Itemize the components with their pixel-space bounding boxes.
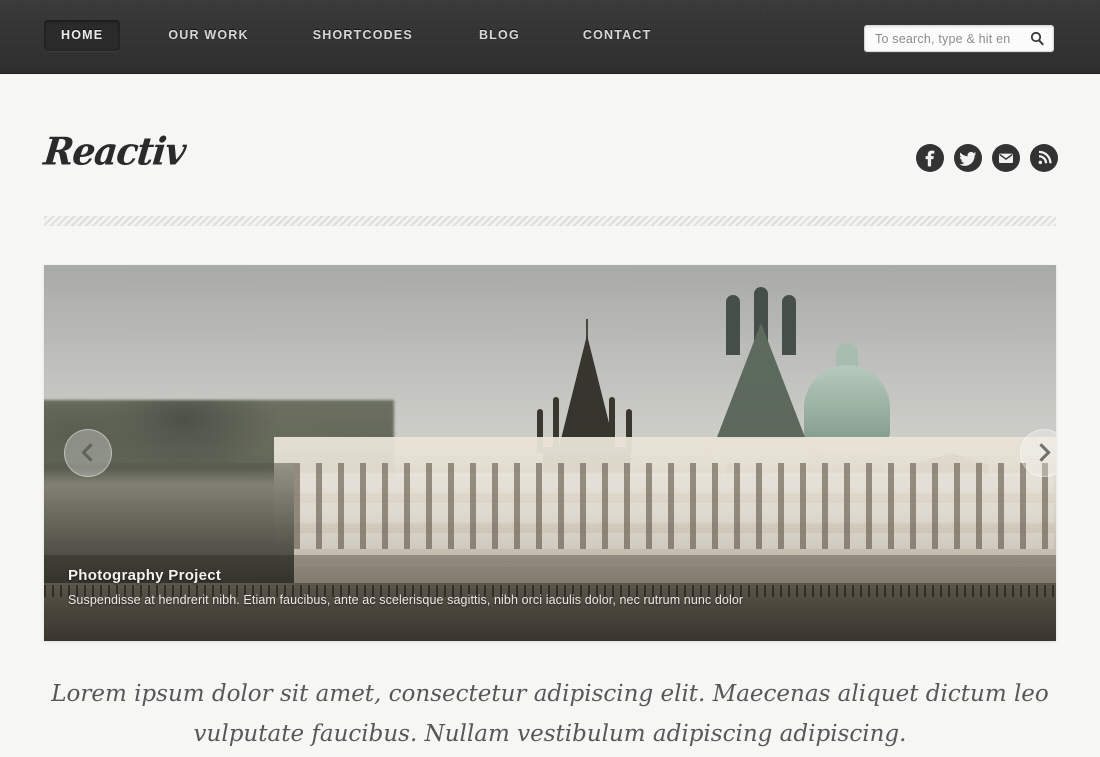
chevron-left-icon [81,443,100,462]
slider-prev-button[interactable] [64,429,112,477]
nav-item-home[interactable]: HOME [44,20,121,51]
nav-item-contact[interactable]: CONTACT [566,20,669,51]
main-navigation: HOME OUR WORK SHORTCODES BLOG CONTACT [44,20,668,51]
social-links [916,144,1058,172]
social-link-facebook[interactable] [916,144,944,172]
slide-caption-title: Photography Project [68,567,222,584]
site-logo[interactable]: Reactiv [42,130,188,175]
hero-slider[interactable]: Photography Project Suspendisse at hendr… [44,265,1056,641]
page-tagline: Lorem ipsum dolor sit amet, consectetur … [51,681,1049,747]
search-box[interactable] [864,25,1054,52]
nav-item-blog[interactable]: BLOG [462,20,537,51]
social-link-twitter[interactable] [954,144,982,172]
email-icon [992,144,1020,172]
chevron-right-icon [1032,443,1051,462]
facebook-icon [916,144,944,172]
search-icon[interactable] [1030,31,1044,46]
slide-caption: Photography Project Suspendisse at hendr… [44,555,1056,641]
top-navigation-bar: HOME OUR WORK SHORTCODES BLOG CONTACT [0,0,1100,74]
social-link-email[interactable] [992,144,1020,172]
rss-icon [1030,144,1058,172]
slide-caption-description: Suspendisse at hendrerit nibh. Etiam fau… [68,593,744,607]
social-link-rss[interactable] [1030,144,1058,172]
nav-item-shortcodes[interactable]: SHORTCODES [296,20,430,51]
striped-divider [44,216,1056,226]
search-input[interactable] [875,26,1025,51]
nav-item-our-work[interactable]: OUR WORK [151,20,265,51]
twitter-icon [954,144,982,172]
